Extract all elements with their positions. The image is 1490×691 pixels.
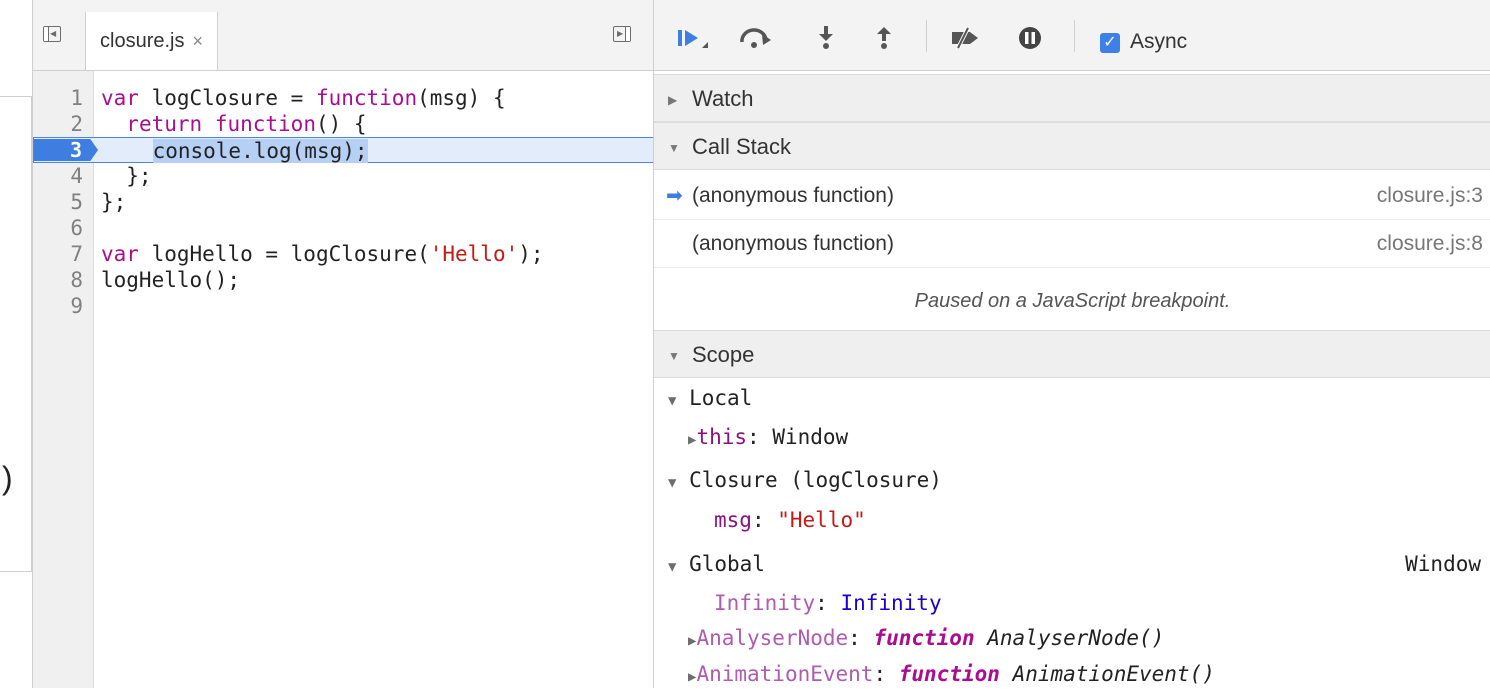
line-number[interactable]: 7 (33, 241, 83, 267)
scope-closure-label: Closure (logClosure) (689, 468, 942, 492)
expanded-triangle-icon: ▼ (668, 559, 677, 575)
collapsed-triangle-icon: ▶ (668, 93, 678, 108)
code-line[interactable]: 2 return function() { (33, 111, 654, 137)
scope-global-header[interactable]: ▼ Global (668, 550, 765, 581)
scope-property-row[interactable]: ▶AnimationEvent: function AnimationEvent… (688, 660, 1215, 691)
property-value-keyword: function (873, 626, 975, 650)
expanded-triangle-icon: ▼ (668, 393, 677, 409)
code-text: logHello(); (101, 268, 241, 292)
property-value: Infinity (840, 591, 942, 615)
toggle-debugger-icon[interactable]: ▶ (613, 26, 631, 42)
breakpoint-marker[interactable]: 3 (34, 139, 98, 161)
property-name: msg (714, 508, 752, 532)
line-number[interactable]: 1 (33, 85, 83, 111)
background-page-box (0, 96, 32, 572)
paused-message: Paused on a JavaScript breakpoint. (914, 290, 1231, 312)
code-line[interactable]: 4 }; (33, 163, 654, 189)
call-frame-location-link[interactable]: closure.js:3 (1377, 172, 1483, 220)
property-value: AnimationEvent() (1012, 662, 1215, 686)
code-text: var logClosure = function(msg) { (101, 86, 506, 110)
code-line[interactable]: 1 var logClosure = function(msg) { (33, 85, 654, 111)
pause-on-exceptions-icon[interactable] (1016, 26, 1044, 50)
code-editor[interactable]: 1 var logClosure = function(msg) {2 retur… (33, 71, 654, 688)
scope-closure-header[interactable]: ▼ Closure (logClosure) (668, 466, 942, 497)
debugger-sidebar: ✓ Async ▶ Watch ▼ Call Stack ➡ (anonymous … (653, 0, 1490, 688)
line-number[interactable]: 6 (33, 215, 83, 241)
code-text: var logHello = logClosure('Hello'); (101, 242, 544, 266)
tab-file-label: closure.js (100, 29, 185, 52)
property-value: AnalyserNode() (987, 626, 1165, 650)
scope-local-label: Local (689, 386, 753, 410)
background-page: ) (0, 0, 32, 688)
code-text: return function() { (126, 112, 367, 136)
line-number[interactable]: 4 (33, 163, 83, 189)
current-frame-arrow-icon: ➡ (666, 185, 683, 207)
property-value: "Hello" (777, 508, 866, 532)
call-stack-section-header[interactable]: ▼ Call Stack (654, 122, 1490, 170)
call-frame-location-link[interactable]: closure.js:8 (1377, 220, 1483, 268)
call-stack-title: Call Stack (692, 134, 792, 159)
expanded-triangle-icon: ▼ (668, 475, 677, 491)
expanded-triangle-icon: ▼ (668, 141, 680, 156)
watch-title: Watch (692, 86, 754, 111)
sources-editor-pane: ◀ closure.js × ▶ 1 var logClosure = funct… (32, 0, 654, 688)
scope-property-row[interactable]: Infinity: Infinity (714, 589, 942, 617)
async-checkbox[interactable]: ✓ (1100, 33, 1120, 53)
editor-tab-bar: ◀ closure.js × ▶ (33, 0, 654, 71)
line-number[interactable]: 5 (33, 189, 83, 215)
code-text: }; (101, 164, 152, 188)
step-over-icon[interactable] (736, 26, 776, 50)
property-name: Infinity (714, 591, 816, 615)
code-line[interactable]: 5}; (33, 189, 654, 215)
watch-section-header[interactable]: ▶ Watch (654, 74, 1490, 122)
debugger-toolbar: ✓ Async (654, 0, 1490, 71)
close-tab-icon[interactable]: × (192, 31, 203, 52)
code-line[interactable]: 8 logHello(); (33, 267, 654, 293)
property-name: AnalyserNode (696, 626, 849, 650)
background-page-glyph: ) (2, 460, 13, 496)
expanded-triangle-icon: ▼ (668, 349, 680, 364)
property-name: AnimationEvent (696, 662, 874, 686)
code-line[interactable]: 3 console.log(msg); (33, 137, 654, 163)
code-text: }; (101, 190, 127, 214)
line-number: 3 (69, 138, 82, 162)
line-number[interactable]: 9 (33, 293, 83, 319)
property-value: Window (772, 425, 849, 449)
line-number[interactable]: 8 (33, 267, 83, 293)
line-number[interactable]: 2 (33, 111, 83, 137)
step-into-icon[interactable] (814, 26, 838, 50)
scope-section-header[interactable]: ▼ Scope (654, 330, 1490, 378)
code-line[interactable]: 9 (33, 293, 654, 319)
deactivate-breakpoints-icon[interactable] (944, 26, 984, 50)
resume-icon[interactable] (676, 26, 716, 50)
call-frame-name: (anonymous function) (692, 184, 894, 207)
scope-property-row[interactable]: ▶this: Window (688, 423, 848, 454)
call-frame-row[interactable]: ➡ (anonymous function) closure.js:3 (654, 172, 1490, 220)
async-label: Async (1130, 30, 1188, 53)
code-text: console.log(msg); (152, 139, 368, 163)
call-frame-name: (anonymous function) (692, 232, 894, 255)
tab-closure-js[interactable]: closure.js × (85, 12, 218, 70)
scope-title: Scope (692, 342, 755, 367)
scope-local-header[interactable]: ▼ Local (668, 384, 752, 415)
scope-global-label: Global (689, 552, 765, 576)
scope-property-row[interactable]: ▶AnalyserNode: function AnalyserNode() (688, 624, 1164, 655)
property-value-keyword: function (898, 662, 1000, 686)
property-name: this (696, 425, 748, 449)
toolbar-separator (926, 20, 927, 52)
toolbar-separator (1074, 20, 1075, 52)
step-out-icon[interactable] (872, 26, 896, 50)
code-line[interactable]: 6 (33, 215, 654, 241)
code-line[interactable]: 7 var logHello = logClosure('Hello'); (33, 241, 654, 267)
scope-property-row[interactable]: msg: "Hello" (714, 506, 866, 534)
call-frame-row[interactable]: (anonymous function) closure.js:8 (654, 220, 1490, 268)
scope-global-value: Window (1405, 552, 1481, 576)
toggle-navigator-icon[interactable]: ◀ (43, 26, 61, 42)
